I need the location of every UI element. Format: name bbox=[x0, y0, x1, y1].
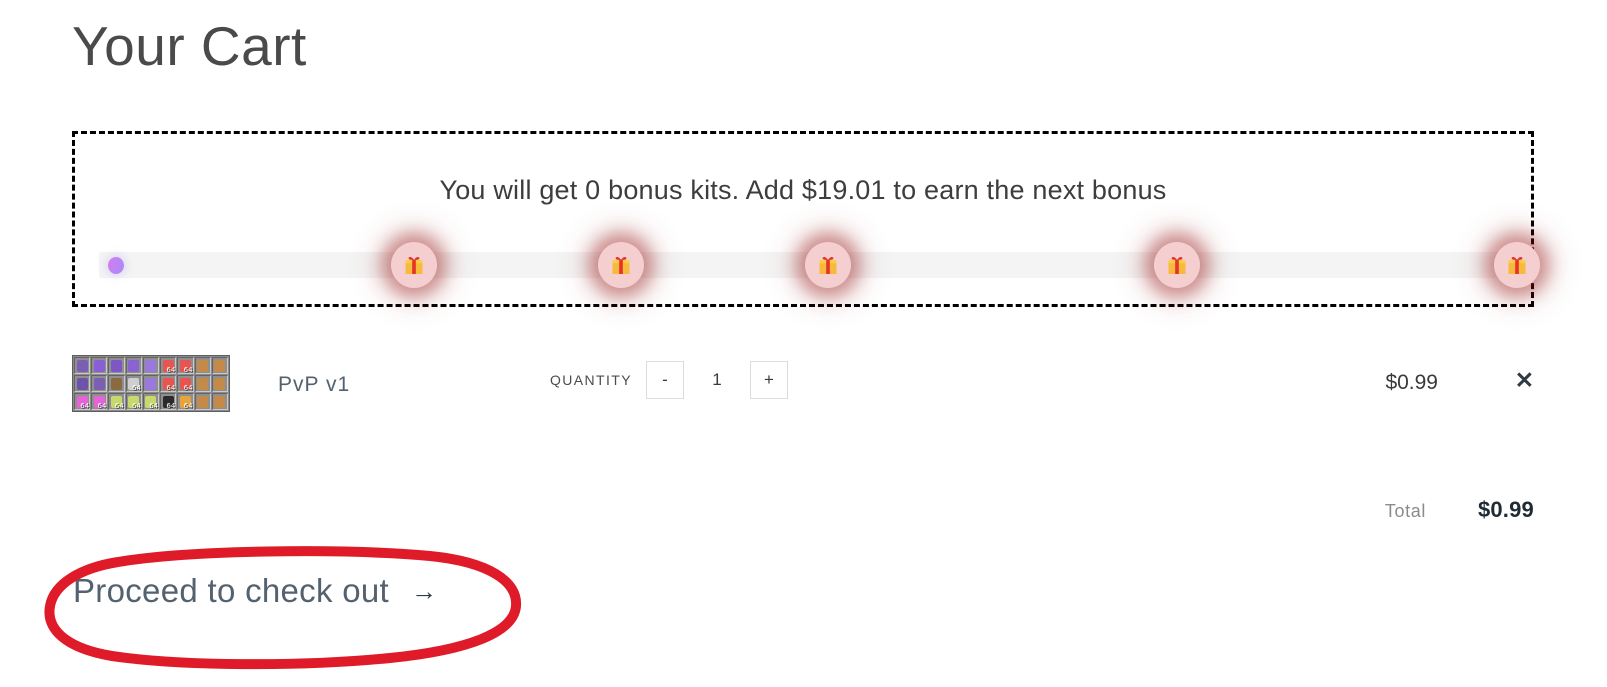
cart-item-row: 64 64 64 64 64 64 64 64 64 64 64 64 PvP v1 QUANTITY… bbox=[72, 355, 1534, 417]
inventory-slot bbox=[108, 357, 125, 374]
inventory-slot bbox=[211, 375, 228, 392]
inventory-slot bbox=[125, 357, 142, 374]
inventory-slot bbox=[91, 375, 108, 392]
inventory-slot: 64 bbox=[125, 393, 142, 410]
gift-icon-milestone-3[interactable] bbox=[804, 242, 851, 288]
inventory-slot: 64 bbox=[74, 393, 91, 410]
proceed-to-checkout-button[interactable]: Proceed to check out → bbox=[73, 572, 437, 610]
checkout-label: Proceed to check out bbox=[73, 572, 390, 609]
inventory-slot bbox=[211, 357, 228, 374]
inventory-slot: 64 bbox=[142, 393, 160, 410]
gift-icon-milestone-5[interactable] bbox=[1494, 242, 1540, 288]
inventory-slot bbox=[74, 375, 91, 392]
inventory-slot: 64 bbox=[160, 393, 177, 410]
quantity-stepper: QUANTITY - 1 + bbox=[550, 361, 788, 399]
inventory-slot bbox=[91, 357, 108, 374]
inventory-slot bbox=[108, 375, 125, 392]
item-thumbnail[interactable]: 64 64 64 64 64 64 64 64 64 64 64 64 bbox=[72, 355, 230, 412]
inventory-slot bbox=[194, 357, 211, 374]
inventory-slot: 64 bbox=[160, 357, 177, 374]
quantity-increment-button[interactable]: + bbox=[749, 361, 788, 399]
total-value: $0.99 bbox=[1477, 497, 1534, 522]
inventory-slot bbox=[194, 393, 211, 410]
inventory-slot: 64 bbox=[177, 357, 194, 374]
progress-knob-icon bbox=[108, 257, 124, 274]
remove-item-icon[interactable]: ✕ bbox=[1515, 369, 1534, 392]
bonus-progress-bar[interactable] bbox=[99, 242, 1540, 288]
inventory-slot bbox=[194, 375, 211, 392]
item-name: PvP v1 bbox=[278, 373, 351, 396]
inventory-slot: 64 bbox=[177, 375, 194, 392]
item-price: $0.99 bbox=[1385, 371, 1438, 394]
inventory-slot bbox=[142, 375, 160, 392]
quantity-value: 1 bbox=[712, 370, 722, 389]
quantity-label: QUANTITY bbox=[550, 372, 632, 388]
arrow-right-icon: → bbox=[411, 576, 438, 606]
gift-icon-milestone-4[interactable] bbox=[1153, 242, 1200, 288]
inventory-slot: 64 bbox=[160, 375, 177, 392]
inventory-slot: 64 bbox=[177, 393, 194, 410]
inventory-slot: 64 bbox=[108, 393, 125, 410]
inventory-slot bbox=[211, 393, 228, 410]
page-title: Your Cart bbox=[72, 15, 307, 77]
inventory-slot bbox=[142, 357, 160, 374]
gift-icon-milestone-1[interactable] bbox=[390, 242, 437, 288]
total-label: Total bbox=[1384, 501, 1426, 521]
bonus-banner: You will get 0 bonus kits. Add $19.01 to… bbox=[72, 131, 1540, 307]
cart-total-row: Total $0.99 bbox=[1385, 497, 1534, 523]
inventory-slot bbox=[74, 357, 91, 374]
inventory-slot: 64 bbox=[91, 393, 108, 410]
bonus-message: You will get 0 bonus kits. Add $19.01 to… bbox=[439, 175, 1167, 205]
inventory-slot: 64 bbox=[125, 375, 142, 392]
gift-icon-milestone-2[interactable] bbox=[597, 242, 644, 288]
quantity-decrement-button[interactable]: - bbox=[645, 361, 684, 399]
